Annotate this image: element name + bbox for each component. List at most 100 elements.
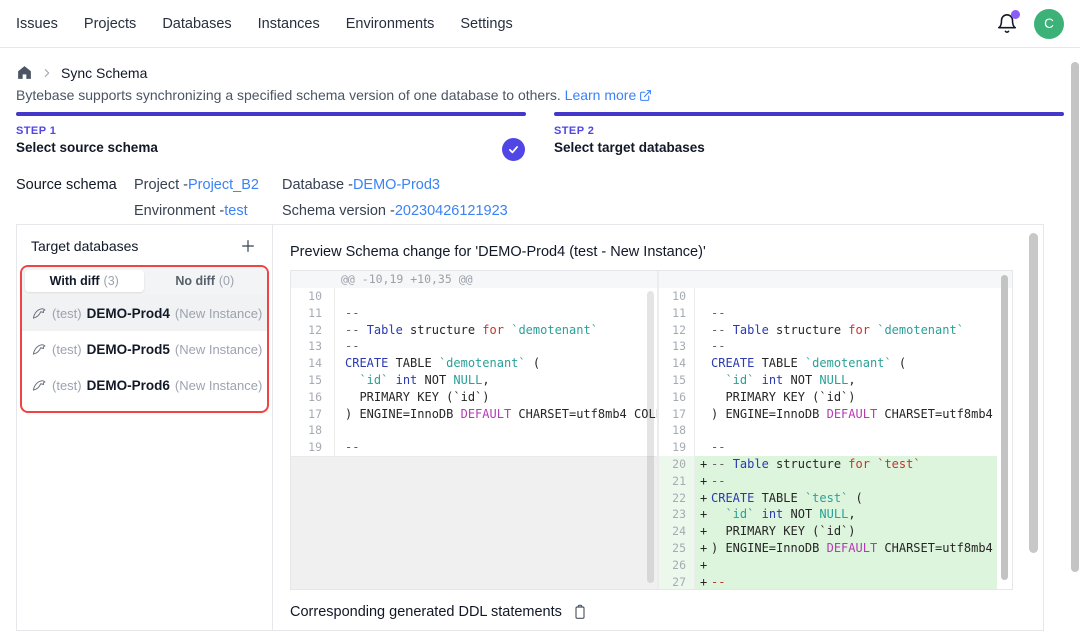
diff-line-number: 14 (291, 355, 335, 372)
diff-line-prefix: + (695, 574, 711, 589)
diff-line-prefix (695, 422, 711, 439)
external-link-icon (639, 89, 652, 102)
diff-line: 15 `id` int NOT NULL, (659, 372, 997, 389)
diff-line-number: 16 (659, 389, 695, 406)
diff-line-code: -- (711, 439, 725, 456)
project-link[interactable]: Project_B2 (188, 177, 259, 193)
source-environment: Environment - test (134, 198, 282, 224)
diff-line-code: `id` int NOT NULL, (711, 372, 856, 389)
diff-line-prefix (695, 372, 711, 389)
diff-line: 15 `id` int NOT NULL, (291, 372, 657, 389)
diff-line-number: 25 (659, 540, 695, 557)
target-databases-highlight-box: With diff(3)No diff(0) (test) DEMO-Prod4… (20, 265, 269, 413)
nav-item-projects[interactable]: Projects (84, 16, 136, 32)
diff-line: 14CREATE TABLE `demotenant` ( (291, 355, 657, 372)
notification-bell-button[interactable] (996, 13, 1018, 35)
nav-items: Issues Projects Databases Instances Environm… (16, 16, 513, 32)
diff-line: 17) ENGINE=InnoDB DEFAULT CHARSET=utf8mb… (659, 406, 997, 423)
diff-line-prefix (695, 305, 711, 322)
target-database-item[interactable]: (test) DEMO-Prod5 (New Instance) (22, 331, 267, 367)
diff-line-number: 23 (659, 506, 695, 523)
mysql-icon (32, 306, 47, 320)
diff-line: 12-- Table structure for `demotenant` (291, 322, 657, 339)
right-pane-scrollbar[interactable] (1001, 275, 1008, 580)
database-environment: (test) (52, 342, 82, 357)
diff-line-prefix: + (695, 456, 711, 473)
steps: STEP 1Select source schemaSTEP 2Select t… (16, 112, 1064, 155)
diff-line-code: -- (711, 338, 725, 355)
diff-line-number: 10 (291, 288, 335, 305)
diff-line-code: PRIMARY KEY (`id`) (335, 389, 490, 406)
diff-line: 18 (659, 422, 997, 439)
source-database: Database - DEMO-Prod3 (282, 172, 1064, 198)
tab-count: (0) (219, 274, 234, 288)
environment-link[interactable]: test (224, 203, 247, 219)
target-database-item[interactable]: (test) DEMO-Prod6 (New Instance) (22, 367, 267, 403)
database-name: DEMO-Prod5 (87, 342, 170, 357)
card-scrollbar[interactable] (1029, 233, 1038, 553)
page-scrollbar[interactable] (1071, 62, 1079, 572)
diff-line: 26+ (659, 557, 997, 574)
nav-item-environments[interactable]: Environments (346, 16, 435, 32)
diff-pane-original[interactable]: @@ -10,19 +10,35 @@ 1011--12-- Table str… (291, 271, 659, 589)
target-database-item[interactable]: (test) DEMO-Prod4 (New Instance) (22, 295, 267, 331)
diff-pane-modified[interactable]: 1011--12-- Table structure for `demotena… (659, 271, 1012, 589)
schema-diff-editor[interactable]: @@ -10,19 +10,35 @@ 1011--12-- Table str… (290, 270, 1013, 590)
tab-no-diff[interactable]: No diff(0) (146, 270, 265, 292)
diff-line-number: 11 (291, 305, 335, 322)
diff-line-code (335, 422, 345, 439)
nav-item-settings[interactable]: Settings (460, 16, 512, 32)
diff-line-prefix: + (695, 473, 711, 490)
database-suffix: (New Instance) (175, 306, 262, 321)
database-suffix: (New Instance) (175, 378, 262, 393)
diff-line-prefix (695, 355, 711, 372)
nav-right: C (996, 9, 1064, 39)
diff-line-number: 12 (291, 322, 335, 339)
diff-hunk-header-spacer (659, 271, 1012, 288)
diff-line-code: CREATE TABLE `demotenant` ( (335, 355, 540, 372)
diff-line-number: 24 (659, 523, 695, 540)
diff-line: 14CREATE TABLE `demotenant` ( (659, 355, 997, 372)
intro-sentence: Bytebase supports synchronizing a specif… (16, 87, 561, 103)
source-schema-summary: Source schema Project - Project_B2 Datab… (16, 172, 1064, 224)
source-project: Project - Project_B2 (134, 172, 282, 198)
diff-line-number: 15 (291, 372, 335, 389)
diff-line-code: -- (335, 305, 359, 322)
diff-line-code: ) ENGINE=InnoDB DEFAULT CHARSET=utf8mb4 … (711, 406, 997, 423)
left-pane-scrollbar[interactable] (647, 291, 654, 583)
diff-line: 10 (291, 288, 657, 305)
diff-line-code: -- Table structure for `demotenant` (335, 322, 598, 339)
step-progress-bar (554, 112, 1064, 116)
database-environment: (test) (52, 378, 82, 393)
step-label: STEP 1 (16, 125, 526, 137)
database-link[interactable]: DEMO-Prod3 (353, 177, 440, 193)
diff-line-code: -- Table structure for `demotenant` (711, 322, 964, 339)
diff-line-prefix (695, 322, 711, 339)
copy-clipboard-icon[interactable] (572, 604, 588, 620)
diff-line-number: 19 (291, 439, 335, 456)
tab-with-diff[interactable]: With diff(3) (25, 270, 144, 292)
ddl-section-header: Corresponding generated DDL statements (290, 604, 1013, 620)
chevron-right-icon (42, 68, 52, 78)
breadcrumb-page: Sync Schema (61, 65, 147, 81)
diff-line: 25+) ENGINE=InnoDB DEFAULT CHARSET=utf8m… (659, 540, 997, 557)
diff-line: 21+-- (659, 473, 997, 490)
diff-line: 22+CREATE TABLE `test` ( (659, 490, 997, 507)
diff-right-rows: 1011--12-- Table structure for `demotena… (659, 288, 997, 589)
page-body: Sync Schema Bytebase supports synchroniz… (0, 64, 1080, 631)
ddl-title: Corresponding generated DDL statements (290, 604, 562, 620)
nav-item-issues[interactable]: Issues (16, 16, 58, 32)
nav-item-databases[interactable]: Databases (162, 16, 231, 32)
step-2: STEP 2Select target databases (554, 112, 1064, 155)
top-nav: Issues Projects Databases Instances Environm… (0, 0, 1080, 48)
learn-more-link[interactable]: Learn more (565, 87, 637, 103)
diff-line-code: -- (335, 338, 359, 355)
mysql-icon (32, 342, 47, 356)
schema-version-link[interactable]: 20230426121923 (395, 203, 508, 219)
diff-line-number: 18 (659, 422, 695, 439)
add-target-database-button[interactable] (238, 236, 258, 256)
home-icon[interactable] (16, 64, 33, 81)
avatar[interactable]: C (1034, 9, 1064, 39)
diff-line-number: 11 (659, 305, 695, 322)
nav-item-instances[interactable]: Instances (258, 16, 320, 32)
